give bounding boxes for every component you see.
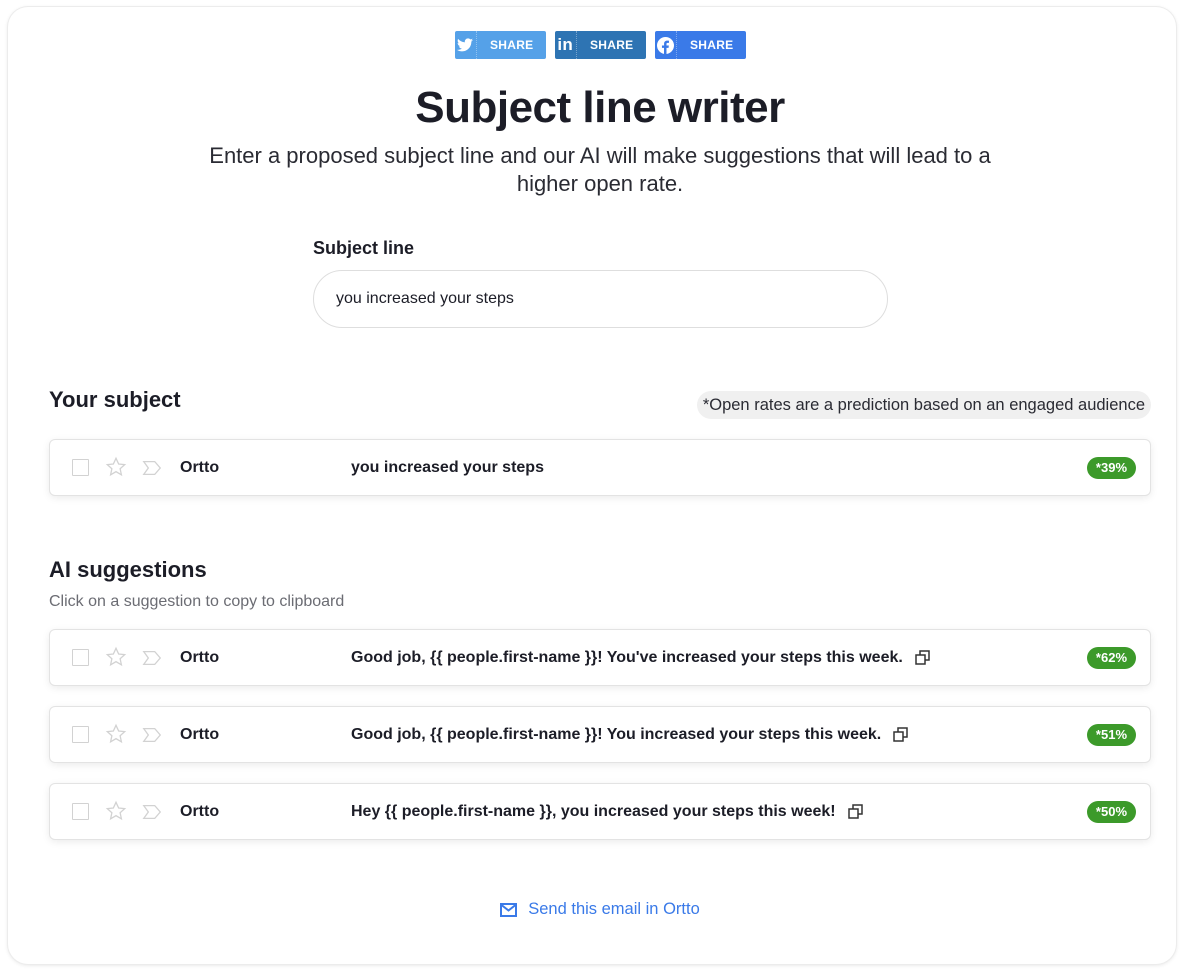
row-sender: Ortto bbox=[180, 458, 220, 476]
subject-line-label: Subject line bbox=[313, 238, 415, 258]
checkbox-icon bbox=[72, 649, 89, 666]
row-sender: Ortto bbox=[180, 802, 220, 820]
star-icon bbox=[105, 723, 127, 744]
mail-icon bbox=[500, 902, 518, 917]
row-subject: you increased your steps bbox=[351, 459, 544, 477]
your-subject-row: Ortto you increased your steps *39% bbox=[49, 439, 1151, 496]
star-icon bbox=[105, 456, 127, 477]
copy-icon[interactable] bbox=[892, 726, 910, 744]
page-title: Subject line writer bbox=[415, 83, 785, 132]
checkbox-icon bbox=[72, 459, 89, 476]
twitter-share-label: SHARE bbox=[489, 38, 534, 52]
linkedin-share-label: SHARE bbox=[589, 38, 634, 52]
importance-marker-icon bbox=[142, 460, 162, 476]
suggestion-row[interactable]: Ortto Good job, {{ people.first-name }}!… bbox=[49, 706, 1151, 763]
row-subject-text: Hey {{ people.first-name }}, you increas… bbox=[351, 802, 836, 820]
linkedin-share-button[interactable]: in SHARE bbox=[554, 31, 646, 59]
facebook-share-button[interactable]: SHARE bbox=[654, 31, 746, 59]
importance-marker-icon bbox=[142, 804, 162, 820]
ai-suggestions-heading: AI suggestions bbox=[49, 557, 207, 582]
row-subject-text: Good job, {{ people.first-name }}! You i… bbox=[351, 725, 882, 743]
row-sender: Ortto bbox=[180, 725, 220, 743]
open-rate-badge: *51% bbox=[1086, 723, 1136, 746]
star-icon bbox=[105, 800, 127, 821]
suggestion-row[interactable]: Ortto Hey {{ people.first-name }}, you i… bbox=[49, 783, 1151, 840]
facebook-icon bbox=[655, 31, 677, 59]
send-in-ortto-link[interactable]: Send this email in Ortto bbox=[0, 900, 1200, 919]
checkbox-icon bbox=[72, 726, 89, 743]
facebook-share-label: SHARE bbox=[689, 38, 734, 52]
your-subject-heading: Your subject bbox=[49, 387, 181, 412]
open-rate-badge: *62% bbox=[1086, 646, 1136, 669]
twitter-share-button[interactable]: SHARE bbox=[454, 31, 546, 59]
importance-marker-icon bbox=[142, 650, 162, 666]
row-subject: Hey {{ people.first-name }}, you increas… bbox=[351, 803, 865, 821]
page-subtitle: Enter a proposed subject line and our AI… bbox=[209, 143, 991, 196]
importance-marker-icon bbox=[142, 727, 162, 743]
checkbox-icon bbox=[72, 803, 89, 820]
open-rate-badge: *50% bbox=[1086, 800, 1136, 823]
row-sender: Ortto bbox=[180, 648, 220, 666]
suggestion-row[interactable]: Ortto Good job, {{ people.first-name }}!… bbox=[49, 629, 1151, 686]
open-rate-badge: *39% bbox=[1086, 456, 1136, 479]
row-subject: Good job, {{ people.first-name }}! You'v… bbox=[351, 649, 932, 667]
copy-icon[interactable] bbox=[914, 649, 932, 667]
subject-line-input[interactable] bbox=[313, 270, 888, 328]
send-in-ortto-label: Send this email in Ortto bbox=[528, 900, 700, 918]
linkedin-icon: in bbox=[555, 31, 577, 59]
copy-icon[interactable] bbox=[847, 803, 865, 821]
star-icon bbox=[105, 646, 127, 667]
share-buttons: SHARE in SHARE SHARE bbox=[0, 31, 1200, 59]
row-subject: Good job, {{ people.first-name }}! You i… bbox=[351, 726, 910, 744]
copy-hint: Click on a suggestion to copy to clipboa… bbox=[49, 593, 345, 610]
row-subject-text: Good job, {{ people.first-name }}! You'v… bbox=[351, 648, 903, 666]
twitter-icon bbox=[455, 31, 477, 59]
open-rate-disclaimer: *Open rates are a prediction based on an… bbox=[696, 391, 1151, 419]
row-subject-text: you increased your steps bbox=[351, 458, 544, 476]
